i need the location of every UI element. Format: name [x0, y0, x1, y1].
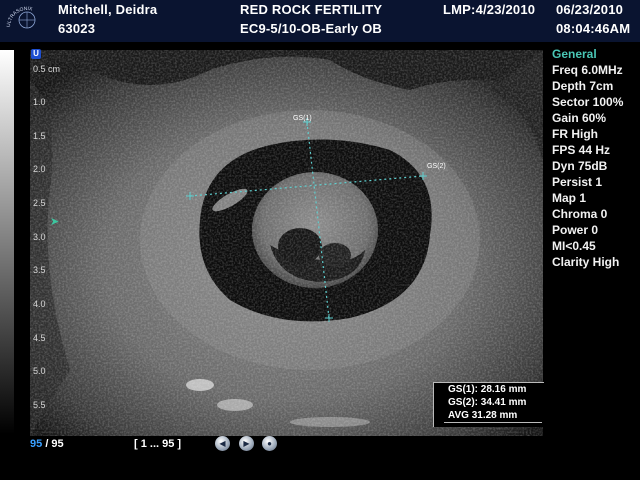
measurement-gs2: GS(2): 34.41 mm — [448, 397, 527, 408]
ultrasonix-logo: ULTRASONIX — [6, 6, 36, 29]
lmp-date: LMP:4/23/2010 — [443, 2, 536, 17]
param-dynamic-range[interactable]: Dyn 75dB — [552, 158, 623, 174]
play-icon: ▶ — [243, 438, 250, 448]
cine-stop-button[interactable]: ● — [262, 436, 277, 451]
measurement-divider — [444, 422, 542, 423]
depth-tick: 0.5 cm — [33, 64, 61, 74]
param-mi: MI<0.45 — [552, 239, 596, 253]
depth-tick: 3.0 — [33, 232, 46, 242]
patient-id: 63023 — [58, 21, 96, 36]
exam-time: 08:04:46AM — [556, 21, 631, 36]
imaging-parameters: General Freq 6.0MHz Depth 7cm Sector 100… — [552, 46, 623, 270]
param-clarity[interactable]: Clarity High — [552, 254, 623, 270]
param-persistence[interactable]: Persist 1 — [552, 174, 623, 190]
rewind-icon: ◀ — [219, 438, 226, 448]
param-frame-rate[interactable]: FR High — [552, 126, 623, 142]
exam-date: 06/23/2010 — [556, 2, 624, 17]
ultrasound-image[interactable]: GS(1) GS(2) — [30, 50, 543, 436]
measurement-avg: AVG 31.28 mm — [448, 410, 518, 421]
depth-tick: 4.5 — [33, 333, 46, 343]
exam-preset: EC9-5/10-OB-Early OB — [240, 21, 382, 36]
depth-tick: 4.0 — [33, 299, 46, 309]
measurement-results: GS(1): 28.16 mm GS(2): 34.41 mm AVG 31.2… — [433, 382, 544, 427]
depth-tick: 3.5 — [33, 265, 46, 275]
frame-current: 95 — [30, 438, 43, 450]
probe-orientation-marker: U — [31, 49, 41, 59]
frame-counter: 95 / 95 — [30, 438, 64, 450]
depth-tick: 1.0 — [33, 97, 46, 107]
measurement-gs1: GS(1): 28.16 mm — [448, 384, 527, 395]
depth-tick: 2.5 — [33, 198, 46, 208]
depth-tick: 5.0 — [33, 366, 46, 376]
grayscale-bar — [0, 50, 14, 434]
param-chroma[interactable]: Chroma 0 — [552, 206, 623, 222]
patient-name: Mitchell, Deidra — [58, 2, 158, 17]
param-preset[interactable]: General — [552, 46, 623, 62]
header-bar: ULTRASONIX Mitchell, Deidra 63023 RED RO… — [0, 0, 640, 42]
param-depth[interactable]: Depth 7cm — [552, 78, 623, 94]
param-sector[interactable]: Sector 100% — [552, 94, 623, 110]
param-fps: FPS 44 Hz — [552, 143, 611, 157]
depth-tick: 1.5 — [33, 131, 46, 141]
caliper-gs1-label: GS(1) — [293, 115, 312, 122]
param-frequency[interactable]: Freq 6.0MHz — [552, 62, 623, 78]
param-gain[interactable]: Gain 60% — [552, 110, 623, 126]
depth-tick: 5.5 — [33, 400, 46, 410]
frame-total: / 95 — [45, 438, 64, 450]
param-power[interactable]: Power 0 — [552, 222, 623, 238]
ultrasound-scan-svg — [30, 50, 543, 436]
cine-rewind-button[interactable]: ◀ — [215, 436, 230, 451]
depth-tick: 2.0 — [33, 164, 46, 174]
focus-zone-arrow-icon[interactable]: ➤ — [50, 215, 59, 228]
stop-icon: ● — [267, 438, 272, 448]
cine-play-button[interactable]: ▶ — [239, 436, 254, 451]
cine-frame-range[interactable]: [ 1 ... 95 ] — [134, 438, 181, 450]
param-map[interactable]: Map 1 — [552, 190, 623, 206]
clinic-name: RED ROCK FERTILITY — [240, 2, 383, 17]
caliper-gs2-label: GS(2) — [427, 163, 446, 170]
